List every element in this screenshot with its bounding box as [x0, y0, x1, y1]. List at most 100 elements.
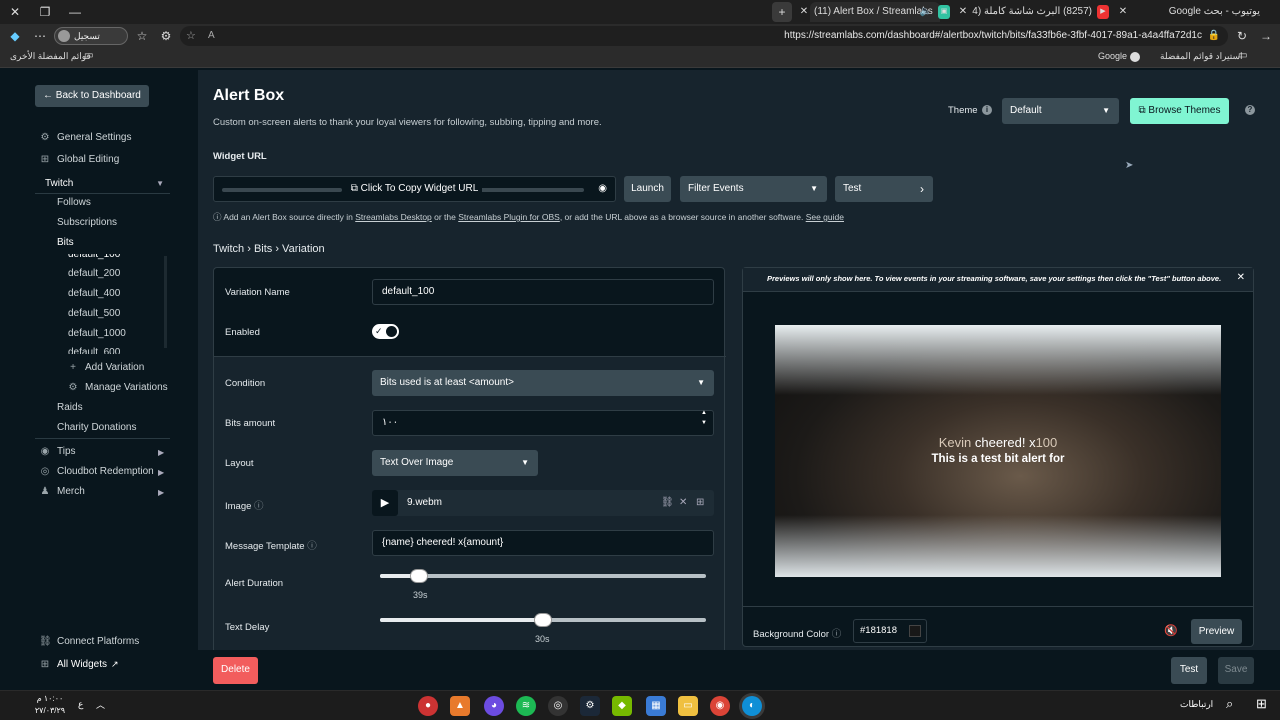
chevron-up-icon[interactable]: ︿ — [96, 698, 105, 711]
restore-window-icon[interactable]: ❐ — [36, 2, 54, 22]
gallery-icon[interactable]: ⊞ — [696, 490, 704, 516]
sidebar-item-global-editing[interactable]: ⊞ Global Editing — [39, 153, 119, 167]
search-icon[interactable]: ⌕ — [1226, 696, 1233, 712]
info-icon[interactable]: i — [982, 105, 992, 115]
save-button[interactable]: Save — [1218, 657, 1254, 684]
sidebar-item-follows[interactable]: Follows — [57, 196, 91, 210]
browse-themes-button[interactable]: ⧉ Browse Themes — [1130, 98, 1229, 124]
eye-icon[interactable]: ◉ — [598, 177, 607, 201]
obs-link[interactable]: Streamlabs Plugin for OBS — [458, 212, 560, 222]
google-favorite-link[interactable]: Google — [1098, 51, 1127, 61]
extensions-icon[interactable]: ⚙ — [158, 26, 174, 46]
back-to-dashboard-button[interactable]: ← Back to Dashboard — [35, 85, 149, 107]
info-icon[interactable]: ⓘ — [832, 629, 842, 640]
app-icon-vlc[interactable]: ▲ — [450, 696, 470, 716]
app-icon-explorer[interactable]: ▭ — [678, 696, 698, 716]
sidebar-item-cloudbot[interactable]: ◎ Cloudbot Redemption — [39, 465, 154, 479]
sidebar-item-general-settings[interactable]: ⚙ General Settings — [39, 131, 132, 145]
filter-events-select[interactable]: Filter Events ▼ — [680, 176, 827, 202]
forward-icon[interactable]: → — [1258, 26, 1274, 46]
variation-scrollbar[interactable] — [164, 256, 167, 348]
desktop-link[interactable]: Streamlabs Desktop — [355, 212, 432, 222]
sidebar-item-tips[interactable]: ◉ Tips — [39, 445, 76, 459]
message-template-input[interactable]: {name} cheered! x{amount} — [372, 530, 714, 556]
mute-icon[interactable]: 🔇 — [1164, 624, 1178, 637]
close-tab-icon[interactable]: ✕ — [798, 2, 810, 22]
clear-icon[interactable]: ✕ — [679, 490, 687, 516]
sidebar-item-subscriptions[interactable]: Subscriptions — [57, 216, 117, 230]
url-field[interactable]: ☆ A https://streamlabs.com/dashboard#/al… — [180, 26, 1228, 46]
speaker-icon[interactable]: 🔈 — [918, 2, 934, 22]
enabled-toggle[interactable]: ✓ — [372, 324, 399, 339]
link-icon[interactable]: ⛓ — [661, 490, 674, 516]
variation-item[interactable]: default_1000 — [68, 327, 126, 341]
app-icon-steam[interactable]: ⚙ — [580, 696, 600, 716]
app-icon-obs[interactable]: ◎ — [548, 696, 568, 716]
test-button[interactable]: Test — [1171, 657, 1207, 684]
sidebar-item-connect-platforms[interactable]: ⛓ Connect Platforms — [39, 635, 139, 649]
add-variation-button[interactable]: + Add Variation — [67, 361, 144, 375]
launch-button[interactable]: Launch — [624, 176, 671, 202]
new-tab-icon[interactable]: + — [772, 2, 792, 22]
close-tab-icon[interactable]: ✕ — [1116, 2, 1130, 22]
variation-name-input[interactable]: default_100 — [372, 279, 714, 305]
condition-select[interactable]: Bits used is at least <amount> ▼ — [372, 370, 714, 396]
widgets-label[interactable]: ارتباطات — [1180, 699, 1213, 710]
manage-variations-button[interactable]: ⚙ Manage Variations — [67, 381, 168, 395]
variation-item[interactable]: default_500 — [68, 307, 120, 321]
color-swatch[interactable] — [909, 625, 921, 637]
info-icon[interactable]: ⓘ — [254, 501, 264, 512]
close-icon[interactable]: ✕ — [1237, 272, 1245, 283]
other-favorites-link[interactable]: قوائم المفضلة الأخرى — [10, 51, 91, 62]
widget-url-copy-field[interactable]: ⧉ Click To Copy Widget URL ◉ — [213, 176, 616, 202]
sidebar-item-charity[interactable]: Charity Donations — [57, 421, 136, 435]
copilot-icon[interactable]: ◆ — [6, 26, 24, 46]
help-icon[interactable]: ? — [1245, 105, 1255, 115]
read-aloud-icon[interactable]: A — [208, 26, 215, 46]
language-indicator[interactable]: ع — [78, 699, 83, 710]
guide-link[interactable]: See guide — [806, 212, 844, 222]
test-events-button[interactable]: Test › — [835, 176, 933, 202]
delete-button[interactable]: Delete — [213, 657, 258, 684]
background-color-input[interactable]: #181818 — [853, 619, 927, 643]
tab-youtube[interactable]: (8257) البرث شاشة كاملة (364) - YouTube — [972, 2, 1092, 22]
sidebar-item-bits[interactable]: Bits — [57, 236, 74, 250]
alert-duration-slider[interactable] — [380, 570, 706, 582]
close-window-icon[interactable]: ✕ — [6, 2, 24, 22]
favorite-star-icon[interactable]: ☆ — [186, 26, 196, 46]
clock[interactable]: ١٠:٠٠ م ٢٧/٠٣/٢٩ — [30, 693, 70, 717]
tab-google-search[interactable]: يوتيوب - بحث Google — [1140, 2, 1260, 22]
info-icon[interactable]: ⓘ — [307, 541, 317, 552]
sidebar-item-raids[interactable]: Raids — [57, 401, 83, 415]
refresh-icon[interactable]: ↻ — [1234, 26, 1250, 46]
app-icon-nvidia[interactable]: ◆ — [612, 696, 632, 716]
theme-select[interactable]: Default ▼ — [1002, 98, 1119, 124]
variation-item[interactable]: default_100 — [68, 254, 120, 262]
image-field[interactable]: ▶ 9.webm ⛓ ✕ ⊞ — [372, 490, 714, 516]
start-icon[interactable]: ⊞ — [1256, 696, 1267, 712]
sidebar-item-all-widgets[interactable]: ⊞ All Widgets ↗ — [39, 657, 119, 672]
preview-button[interactable]: Preview — [1191, 619, 1242, 644]
sidebar-item-merch[interactable]: ♟ Merch — [39, 485, 85, 499]
close-tab-icon[interactable]: ✕ — [956, 2, 970, 22]
import-favorites-link[interactable]: استيراد قوائم المفضلة — [1160, 51, 1243, 62]
signin-button[interactable]: تسجيل الدخول — [54, 27, 128, 57]
app-icon-edge[interactable]: ◐ — [742, 696, 762, 716]
stepper-icon[interactable]: ▲ ▼ — [701, 408, 707, 428]
bits-amount-input[interactable]: ١٠٠ ▲ ▼ — [372, 410, 714, 436]
app-icon-spotify[interactable]: ≋ — [516, 696, 536, 716]
app-icon-chrome[interactable]: ◉ — [710, 696, 730, 716]
slider-handle[interactable] — [411, 570, 428, 582]
variation-item[interactable]: default_600 — [68, 346, 120, 354]
app-icon-discord[interactable]: ◕ — [484, 696, 504, 716]
variation-item[interactable]: default_200 — [68, 267, 120, 281]
layout-select[interactable]: Text Over Image ▼ — [372, 450, 538, 476]
slider-handle[interactable] — [535, 614, 551, 626]
app-icon-recorder[interactable]: ● — [418, 696, 438, 716]
collections-icon[interactable]: ☆ — [134, 26, 150, 46]
more-icon[interactable]: ⋯ — [32, 26, 48, 46]
text-delay-slider[interactable] — [380, 614, 706, 626]
variation-item[interactable]: default_400 — [68, 287, 120, 301]
app-icon-store[interactable]: ▦ — [646, 696, 666, 716]
minimize-window-icon[interactable]: — — [66, 2, 84, 22]
